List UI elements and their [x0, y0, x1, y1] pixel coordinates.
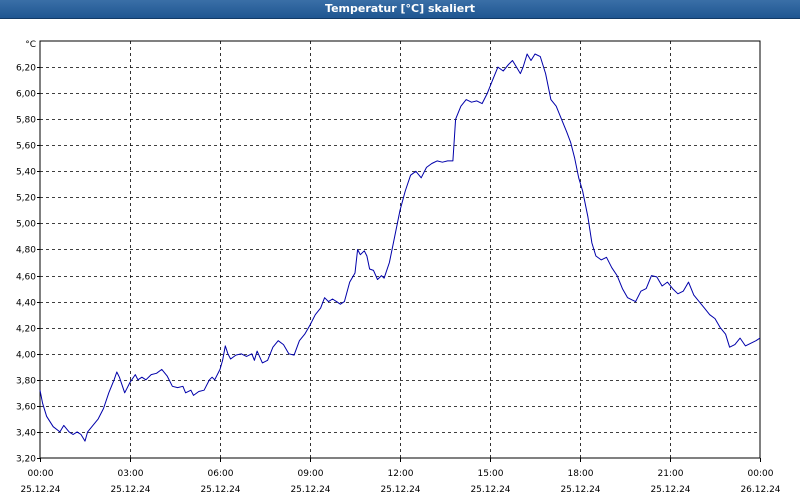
x-tick-time: 12:00 — [388, 469, 414, 479]
x-tick-date: 25.12.24 — [560, 485, 600, 495]
x-tick-date: 25.12.24 — [470, 485, 510, 495]
x-tick-time: 09:00 — [298, 469, 324, 479]
y-tick-label: 3,60 — [16, 403, 36, 413]
y-tick-label: 5,60 — [16, 142, 36, 152]
y-tick-label: 5,40 — [16, 168, 36, 178]
y-tick-label: 5,80 — [16, 116, 36, 126]
y-tick-label: 3,40 — [16, 429, 36, 439]
y-tick-label: 5,00 — [16, 220, 36, 230]
y-tick-label: 4,80 — [16, 246, 36, 256]
x-tick-date: 25.12.24 — [20, 485, 60, 495]
x-tick-time: 18:00 — [568, 469, 594, 479]
y-tick-label: 4,00 — [16, 351, 36, 361]
x-tick-time: 21:00 — [658, 469, 684, 479]
x-tick-time: 00:00 — [28, 469, 54, 479]
x-tick-time: 06:00 — [208, 469, 234, 479]
x-tick-date: 26.12.24 — [740, 485, 780, 495]
x-tick-date: 25.12.24 — [290, 485, 330, 495]
x-tick-date: 25.12.24 — [650, 485, 690, 495]
chart-window: Temperatur [°C] skaliert 3,20 3,40 3,60 3,8… — [0, 0, 800, 500]
y-tick-label: 4,40 — [16, 299, 36, 309]
x-tick-date: 25.12.24 — [110, 485, 150, 495]
y-tick-label: 4,60 — [16, 273, 36, 283]
y-tick-label: 3,80 — [16, 377, 36, 387]
y-tick-label: 4,20 — [16, 325, 36, 335]
y-axis-unit: °C — [25, 40, 36, 50]
y-tick-label: 6,20 — [16, 64, 36, 74]
x-tick-time: 00:00 — [748, 469, 774, 479]
x-tick-time: 15:00 — [478, 469, 504, 479]
y-tick-label: 3,20 — [16, 455, 36, 465]
x-tick-time: 03:00 — [118, 469, 144, 479]
x-tick-date: 25.12.24 — [380, 485, 420, 495]
temperature-chart: 3,20 3,40 3,60 3,80 4,00 4,20 4,40 4,60 4,80 5,00… — [16, 40, 781, 495]
y-tick-label: 5,20 — [16, 194, 36, 204]
x-tick-date: 25.12.24 — [200, 485, 240, 495]
y-tick-label: 6,00 — [16, 90, 36, 100]
